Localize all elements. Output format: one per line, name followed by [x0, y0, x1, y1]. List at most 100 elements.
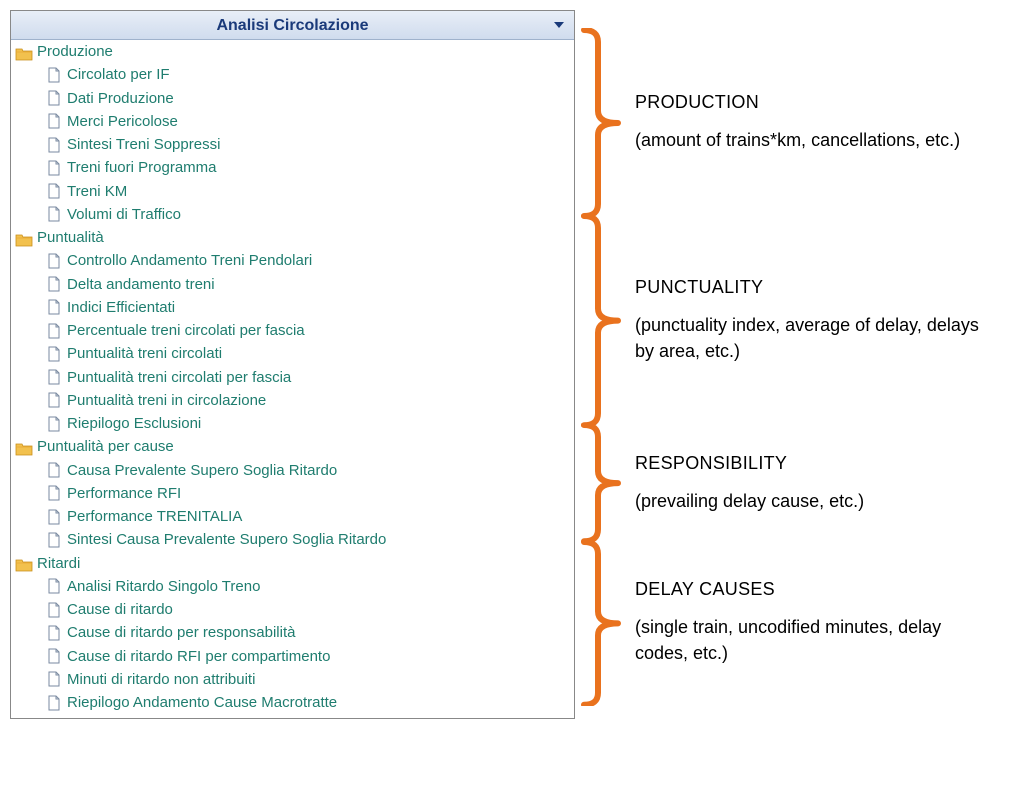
callout-title: RESPONSIBILITY	[635, 453, 995, 474]
file-icon	[47, 137, 61, 153]
callout-desc: (punctuality index, average of delay, de…	[635, 312, 995, 364]
tree-body: Produzione Circolato per IF Dati Produzi…	[11, 40, 574, 718]
tree-item[interactable]: Percentuale treni circolati per fascia	[15, 319, 574, 342]
tree-item-label: Riepilogo Esclusioni	[67, 412, 201, 435]
tree-item[interactable]: Merci Pericolose	[15, 110, 574, 133]
tree-item[interactable]: Treni KM	[15, 180, 574, 203]
callout-desc: (prevailing delay cause, etc.)	[635, 488, 995, 514]
tree-item-label: Puntualità treni circolati per fascia	[67, 366, 291, 389]
tree-folder-label: Ritardi	[37, 552, 80, 575]
tree-item-label: Volumi di Traffico	[67, 203, 181, 226]
tree-item[interactable]: Treni fuori Programma	[15, 156, 574, 179]
file-icon	[47, 299, 61, 315]
file-icon	[47, 625, 61, 641]
tree-item-label: Performance TRENITALIA	[67, 505, 242, 528]
tree-item-label: Puntualità treni circolati	[67, 342, 222, 365]
tree-item-label: Sintesi Causa Prevalente Supero Soglia R…	[67, 528, 386, 551]
tree-item-label: Cause di ritardo RFI per compartimento	[67, 645, 330, 668]
tree-item-label: Controllo Andamento Treni Pendolari	[67, 249, 312, 272]
file-icon	[47, 462, 61, 478]
brace-production	[576, 28, 622, 218]
tree-item[interactable]: Delta andamento treni	[15, 273, 574, 296]
tree-item-label: Treni KM	[67, 180, 127, 203]
tree-item[interactable]: Performance TRENITALIA	[15, 505, 574, 528]
file-icon	[47, 578, 61, 594]
tree-item-label: Riepilogo Andamento Cause Macrotratte	[67, 691, 337, 714]
tree-item-label: Indici Efficientati	[67, 296, 175, 319]
tree-item[interactable]: Controllo Andamento Treni Pendolari	[15, 249, 574, 272]
folder-icon	[15, 231, 33, 245]
tree-folder-label: Puntualità per cause	[37, 435, 174, 458]
callout-desc: (single train, uncodified minutes, delay…	[635, 614, 995, 666]
file-icon	[47, 532, 61, 548]
tree-item[interactable]: Dati Produzione	[15, 87, 574, 110]
tree-item[interactable]: Cause di ritardo	[15, 598, 574, 621]
file-icon	[47, 206, 61, 222]
brace-responsibility	[576, 423, 622, 543]
tree-item[interactable]: Circolato per IF	[15, 63, 574, 86]
brace-punctuality	[576, 214, 622, 427]
tree-item[interactable]: Sintesi Treni Soppressi	[15, 133, 574, 156]
callout-delay: DELAY CAUSES (single train, uncodified m…	[635, 579, 995, 666]
tree-item-label: Percentuale treni circolati per fascia	[67, 319, 305, 342]
tree-folder[interactable]: Puntualità	[15, 226, 574, 249]
file-icon	[47, 253, 61, 269]
tree-item[interactable]: Indici Efficientati	[15, 296, 574, 319]
tree-item[interactable]: Cause di ritardo RFI per compartimento	[15, 645, 574, 668]
tree-item[interactable]: Minuti di ritardo non attribuiti	[15, 668, 574, 691]
tree-item[interactable]: Puntualità treni in circolazione	[15, 389, 574, 412]
folder-icon	[15, 440, 33, 454]
file-icon	[47, 323, 61, 339]
tree-header[interactable]: Analisi Circolazione	[11, 11, 574, 40]
tree-item[interactable]: Sintesi Causa Prevalente Supero Soglia R…	[15, 528, 574, 551]
file-icon	[47, 67, 61, 83]
tree-item-label: Causa Prevalente Supero Soglia Ritardo	[67, 459, 337, 482]
callout-desc: (amount of trains*km, cancellations, etc…	[635, 127, 995, 153]
file-icon	[47, 485, 61, 501]
tree-folder[interactable]: Produzione	[15, 40, 574, 63]
file-icon	[47, 392, 61, 408]
tree-item-label: Cause di ritardo	[67, 598, 173, 621]
file-icon	[47, 509, 61, 525]
tree-item[interactable]: Puntualità treni circolati	[15, 342, 574, 365]
file-icon	[47, 369, 61, 385]
file-icon	[47, 276, 61, 292]
file-icon	[47, 602, 61, 618]
tree-item[interactable]: Volumi di Traffico	[15, 203, 574, 226]
file-icon	[47, 90, 61, 106]
tree-item[interactable]: Riepilogo Esclusioni	[15, 412, 574, 435]
tree-header-title: Analisi Circolazione	[216, 17, 368, 34]
callout-title: PRODUCTION	[635, 92, 995, 113]
report-tree-panel: Analisi Circolazione Produzione Circolat…	[10, 10, 575, 719]
file-icon	[47, 160, 61, 176]
tree-item-label: Analisi Ritardo Singolo Treno	[67, 575, 260, 598]
callout-production: PRODUCTION (amount of trains*km, cancell…	[635, 92, 995, 153]
file-icon	[47, 695, 61, 711]
brace-delay	[576, 540, 622, 707]
tree-folder-label: Produzione	[37, 40, 113, 63]
tree-item-label: Merci Pericolose	[67, 110, 178, 133]
tree-item-label: Minuti di ritardo non attribuiti	[67, 668, 255, 691]
tree-item-label: Delta andamento treni	[67, 273, 215, 296]
tree-item-label: Dati Produzione	[67, 87, 174, 110]
tree-folder[interactable]: Puntualità per cause	[15, 435, 574, 458]
callout-punctuality: PUNCTUALITY (punctuality index, average …	[635, 277, 995, 364]
folder-icon	[15, 45, 33, 59]
tree-item-label: Sintesi Treni Soppressi	[67, 133, 220, 156]
tree-folder[interactable]: Ritardi	[15, 552, 574, 575]
tree-item[interactable]: Causa Prevalente Supero Soglia Ritardo	[15, 459, 574, 482]
tree-folder-label: Puntualità	[37, 226, 104, 249]
tree-item-label: Puntualità treni in circolazione	[67, 389, 266, 412]
callout-title: PUNCTUALITY	[635, 277, 995, 298]
tree-item[interactable]: Puntualità treni circolati per fascia	[15, 366, 574, 389]
file-icon	[47, 346, 61, 362]
file-icon	[47, 416, 61, 432]
chevron-down-icon	[554, 22, 564, 28]
tree-item[interactable]: Riepilogo Andamento Cause Macrotratte	[15, 691, 574, 714]
tree-item[interactable]: Performance RFI	[15, 482, 574, 505]
tree-item[interactable]: Analisi Ritardo Singolo Treno	[15, 575, 574, 598]
tree-item-label: Circolato per IF	[67, 63, 170, 86]
tree-item[interactable]: Cause di ritardo per responsabilità	[15, 621, 574, 644]
callout-responsibility: RESPONSIBILITY (prevailing delay cause, …	[635, 453, 995, 514]
file-icon	[47, 183, 61, 199]
